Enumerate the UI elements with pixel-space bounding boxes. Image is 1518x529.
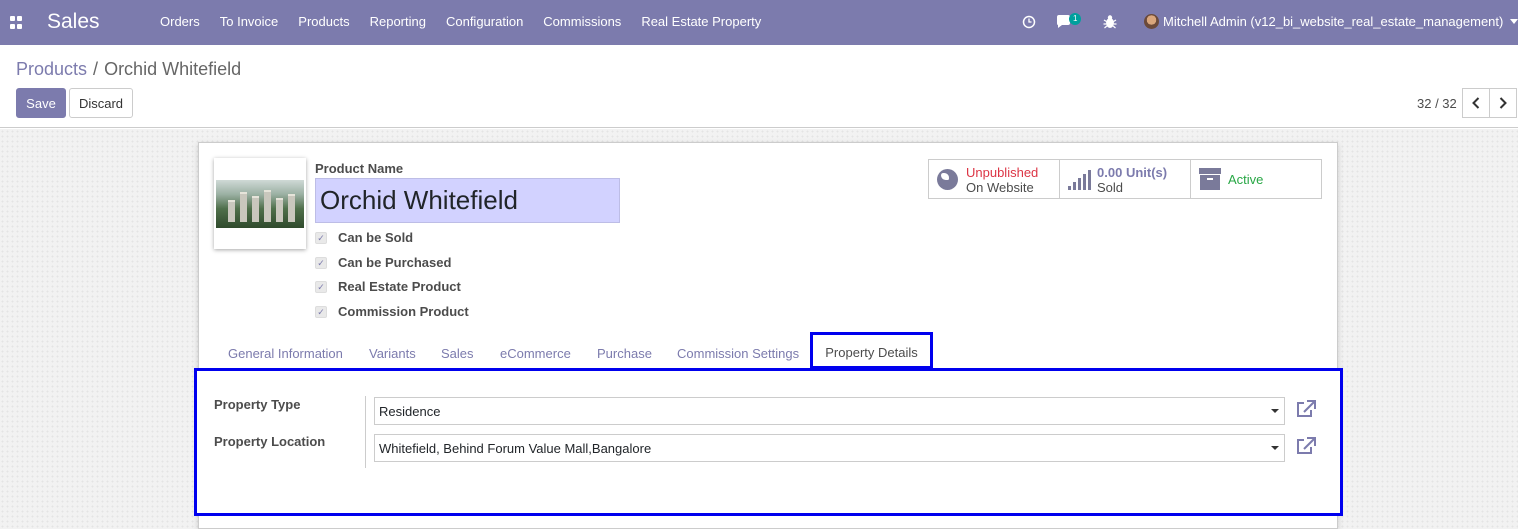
chevron-right-icon bbox=[1499, 97, 1507, 109]
archive-icon bbox=[1199, 168, 1221, 190]
sold-unit: Unit(s) bbox=[1125, 165, 1168, 180]
save-button[interactable]: Save bbox=[16, 88, 66, 118]
signal-bars-icon bbox=[1068, 170, 1092, 190]
tab-commission-settings[interactable]: Commission Settings bbox=[677, 346, 799, 361]
chevron-left-icon bbox=[1472, 97, 1480, 109]
commission-product-checkbox[interactable]: ✓ bbox=[315, 306, 327, 318]
product-photo bbox=[216, 180, 304, 228]
label-divider bbox=[365, 396, 366, 468]
property-type-select[interactable]: Residence bbox=[374, 397, 1285, 425]
breadcrumb-separator: / bbox=[93, 59, 99, 79]
top-navbar: Sales Orders To Invoice Products Reporti… bbox=[0, 0, 1518, 45]
can-be-sold-label: Can be Sold bbox=[338, 230, 414, 245]
sold-number: 0.00 bbox=[1097, 165, 1123, 180]
product-image[interactable] bbox=[214, 158, 306, 249]
breadcrumb-current: Orchid Whitefield bbox=[104, 59, 242, 79]
pager-previous-button[interactable] bbox=[1462, 88, 1490, 118]
property-location-value: Whitefield, Behind Forum Value Mall,Bang… bbox=[379, 441, 652, 456]
real-estate-product-checkbox[interactable]: ✓ bbox=[315, 281, 327, 293]
app-brand[interactable]: Sales bbox=[47, 10, 100, 34]
can-be-sold-checkbox[interactable]: ✓ bbox=[315, 232, 327, 244]
property-location-select[interactable]: Whitefield, Behind Forum Value Mall,Bang… bbox=[374, 434, 1285, 462]
external-link-icon[interactable] bbox=[1296, 400, 1316, 418]
website-sub-label: On Website bbox=[966, 180, 1034, 195]
tab-ecommerce[interactable]: eCommerce bbox=[500, 346, 571, 361]
tab-sales[interactable]: Sales bbox=[441, 346, 474, 361]
user-menu[interactable]: Mitchell Admin (v12_bi_website_real_esta… bbox=[1163, 14, 1503, 29]
bug-icon[interactable] bbox=[1103, 14, 1117, 29]
can-be-purchased-checkbox[interactable]: ✓ bbox=[315, 257, 327, 269]
dropdown-caret-icon bbox=[1271, 446, 1279, 450]
menu-item-commissions[interactable]: Commissions bbox=[543, 14, 621, 29]
product-name-label: Product Name bbox=[315, 161, 404, 176]
website-publish-button[interactable]: Unpublished On Website bbox=[928, 159, 1060, 199]
breadcrumb: Products / Orchid Whitefield bbox=[16, 59, 241, 80]
menu-item-products[interactable]: Products bbox=[298, 14, 349, 29]
can-be-purchased-label: Can be Purchased bbox=[338, 255, 452, 270]
clock-icon[interactable] bbox=[1022, 15, 1036, 29]
sold-stat-button[interactable]: 0.00 Unit(s) Sold bbox=[1059, 159, 1191, 199]
menu-item-real-estate-property[interactable]: Real Estate Property bbox=[641, 14, 761, 29]
commission-product-label: Commission Product bbox=[338, 304, 469, 319]
messages-badge: 1 bbox=[1069, 13, 1082, 25]
apps-menu-icon[interactable] bbox=[10, 16, 23, 29]
menu-item-reporting[interactable]: Reporting bbox=[370, 14, 426, 29]
sold-value: 0.00 Unit(s) bbox=[1097, 165, 1167, 180]
pager-next-button[interactable] bbox=[1489, 88, 1517, 118]
active-label: Active bbox=[1228, 172, 1264, 187]
active-toggle-button[interactable]: Active bbox=[1190, 159, 1322, 199]
discard-button[interactable]: Discard bbox=[69, 88, 133, 118]
chevron-down-icon[interactable] bbox=[1510, 19, 1518, 24]
tab-general-information[interactable]: General Information bbox=[228, 346, 343, 361]
menu-item-orders[interactable]: Orders bbox=[160, 14, 200, 29]
real-estate-product-label: Real Estate Product bbox=[338, 279, 461, 294]
menu-item-to-invoice[interactable]: To Invoice bbox=[220, 14, 279, 29]
property-type-label: Property Type bbox=[214, 397, 301, 412]
breadcrumb-products-link[interactable]: Products bbox=[16, 59, 87, 79]
main-menu: Orders To Invoice Products Reporting Con… bbox=[160, 14, 781, 29]
property-location-label: Property Location bbox=[214, 434, 326, 449]
external-link-icon[interactable] bbox=[1296, 437, 1316, 455]
pager-value[interactable]: 32 / 32 bbox=[1417, 96, 1457, 111]
property-type-value: Residence bbox=[379, 404, 441, 419]
tab-purchase[interactable]: Purchase bbox=[597, 346, 652, 361]
avatar[interactable] bbox=[1144, 14, 1159, 29]
website-status: Unpublished bbox=[966, 165, 1039, 180]
menu-item-configuration[interactable]: Configuration bbox=[446, 14, 523, 29]
tab-property-details[interactable]: Property Details bbox=[810, 332, 933, 369]
sold-label: Sold bbox=[1097, 180, 1124, 195]
tab-variants[interactable]: Variants bbox=[369, 346, 416, 361]
product-name-input[interactable] bbox=[315, 178, 620, 223]
globe-icon bbox=[937, 169, 958, 190]
control-panel: Products / Orchid Whitefield Save Discard … bbox=[0, 45, 1518, 128]
dropdown-caret-icon bbox=[1271, 409, 1279, 413]
